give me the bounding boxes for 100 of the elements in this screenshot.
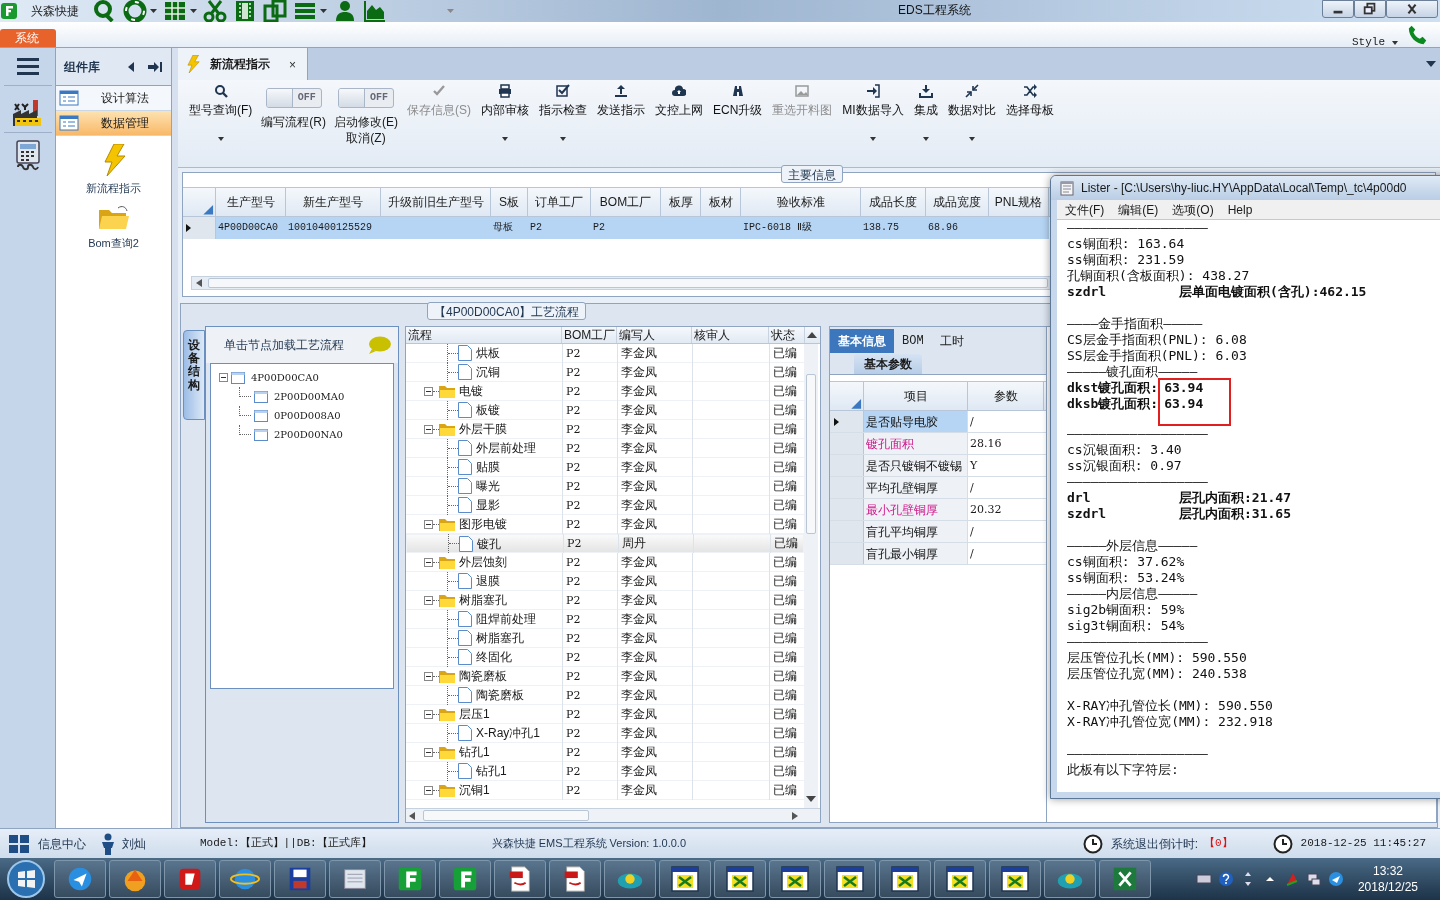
scrollbar-thumb[interactable] [423, 810, 589, 821]
tree-grid-row[interactable]: 钻孔1 P2 李金凤 已编 [406, 743, 804, 762]
toolbar-button[interactable]: 数据对比 [942, 80, 1001, 150]
collapse-icon[interactable] [424, 709, 433, 719]
window-app-icon[interactable] [836, 865, 864, 893]
menu-item[interactable]: 编辑(E) [1118, 200, 1159, 219]
tree-node[interactable]: 0P00D008A0 [274, 408, 341, 423]
search-icon[interactable] [93, 0, 117, 23]
toolbar-button[interactable]: 发送指示 [592, 80, 650, 150]
scroll-right-icon[interactable] [792, 811, 798, 820]
phone-icon[interactable] [1407, 24, 1429, 46]
tree-grid-row[interactable]: X-Ray冲孔1 P2 李金凤 已编 [406, 724, 804, 743]
tree-grid-row[interactable]: 外层前处理 P2 李金凤 已编 [406, 439, 804, 458]
calculator-icon[interactable] [13, 139, 42, 171]
panel-tab[interactable]: 工时 [931, 329, 972, 353]
copy-icon[interactable] [263, 0, 287, 23]
window-app-icon[interactable] [726, 865, 754, 893]
collapse-icon[interactable] [424, 519, 433, 529]
keyboard-icon[interactable] [1195, 871, 1212, 887]
dropdown-caret-icon[interactable] [1392, 41, 1398, 45]
lifebuoy-icon[interactable] [123, 0, 147, 23]
table-row[interactable]: 是否只镀铜不镀锡 Y [830, 455, 1046, 477]
table-row[interactable]: 4P00D00CA0 10010400125529 母板 P2 P2 IPC-6018 Ⅱ级 138.75 68.96 [183, 216, 1049, 239]
tree-grid-row[interactable]: 钻孔1 P2 李金凤 已编 [406, 762, 804, 781]
menu-item[interactable]: Help [1227, 200, 1253, 219]
toolbar-button[interactable]: 指示检查 [534, 80, 592, 150]
component-item[interactable]: 数据管理 [56, 111, 171, 136]
tree-node[interactable]: 4P00D00CA0 [251, 370, 319, 385]
tree-node[interactable]: 2P00D00NA0 [274, 427, 343, 442]
toolbar-button[interactable]: 型号查询(F) [184, 80, 258, 150]
column-header[interactable]: BOM工厂 [562, 327, 617, 343]
tree-grid-row[interactable]: 烘板 P2 李金凤 已编 [406, 344, 804, 363]
column-header[interactable]: 新生产型号 [286, 187, 381, 216]
window-app-icon[interactable] [946, 865, 974, 893]
table-icon[interactable] [163, 0, 187, 23]
column-header[interactable]: 编写人 [617, 327, 692, 343]
column-header[interactable]: 订单工厂 [528, 187, 591, 216]
scroll-left-icon[interactable] [409, 811, 415, 820]
column-header[interactable]: 板材 [701, 187, 741, 216]
collapse-icon[interactable] [219, 373, 228, 382]
cloud-sync-icon[interactable] [1327, 871, 1344, 887]
tree-grid-row[interactable]: 树脂塞孔 P2 李金凤 已编 [406, 591, 804, 610]
shortcut-label[interactable]: 新流程指示 [86, 180, 141, 197]
column-header[interactable]: 板厚 [661, 187, 701, 216]
column-header[interactable]: 参数 [968, 382, 1044, 410]
scroll-left-icon[interactable] [196, 279, 202, 287]
column-header[interactable]: 项目 [864, 382, 968, 410]
menu-item[interactable]: 文件(F) [1065, 200, 1105, 219]
close-tab-button[interactable]: × [289, 56, 296, 74]
table-row[interactable]: 盲孔平均铜厚 / [830, 521, 1046, 543]
film-icon[interactable] [233, 0, 257, 23]
menu-item[interactable]: 选项(O) [1172, 200, 1214, 219]
table-row[interactable]: 盲孔最小铜厚 / [830, 543, 1046, 565]
tree-grid-row[interactable]: 陶瓷磨板 P2 李金凤 已编 [406, 686, 804, 705]
scissors-icon[interactable] [203, 0, 227, 23]
restore-icon[interactable] [1354, 0, 1386, 18]
column-header[interactable]: 流程 [406, 327, 562, 343]
table-row[interactable]: 平均孔壁铜厚 / [830, 477, 1046, 499]
collapse-icon[interactable] [424, 671, 433, 681]
help-icon[interactable] [1217, 871, 1234, 887]
tree-grid-row[interactable]: 电镀 P2 李金凤 已编 [406, 382, 804, 401]
window-app-icon[interactable] [781, 865, 809, 893]
info-center-link[interactable]: 信息中心 [38, 834, 86, 853]
scrollbar-thumb[interactable] [806, 374, 816, 534]
tree-grid-row[interactable]: 贴膜 P2 李金凤 已编 [406, 458, 804, 477]
toolbar-button[interactable]: MI数据导入 [837, 80, 909, 150]
tree-grid-row[interactable]: 板镀 P2 李金凤 已编 [406, 401, 804, 420]
user-icon[interactable] [333, 0, 357, 23]
column-header[interactable]: 升级前旧生产型号 [381, 187, 491, 216]
tree-node[interactable]: 2P00D00MA0 [274, 389, 345, 404]
tree-grid-row[interactable]: 显影 P2 李金凤 已编 [406, 496, 804, 515]
dropdown-caret-icon[interactable] [150, 9, 157, 13]
column-header[interactable]: 状态 [769, 327, 805, 343]
tree-grid-row[interactable]: 沉铜 P2 李金凤 已编 [406, 363, 804, 382]
collapse-icon[interactable] [424, 386, 433, 396]
column-header[interactable]: 成品宽度 [926, 187, 989, 216]
tree-grid-row[interactable]: 外层蚀刻 P2 李金凤 已编 [406, 553, 804, 572]
table-row[interactable]: 镀孔面积 28.16 [830, 433, 1046, 455]
column-header[interactable]: 核审人 [692, 327, 769, 343]
column-header[interactable]: S板 [491, 187, 528, 216]
tree-grid-row[interactable]: 层压1 P2 李金凤 已编 [406, 705, 804, 724]
panel-tab[interactable]: BOM [894, 329, 932, 353]
minimize-icon[interactable] [1322, 0, 1354, 18]
lightning-icon[interactable] [101, 144, 126, 176]
column-header[interactable]: BOM工厂 [591, 187, 661, 216]
close-icon[interactable] [1386, 0, 1438, 18]
area-chart-icon[interactable] [363, 0, 387, 23]
column-header[interactable]: 生产型号 [216, 187, 286, 216]
sub-tab[interactable]: 基本参数 [854, 354, 922, 374]
column-header[interactable]: 成品长度 [861, 187, 926, 216]
dropdown-caret-icon[interactable] [190, 9, 197, 13]
shortcut-label[interactable]: Bom查询2 [88, 234, 139, 251]
scrollbar-thumb[interactable] [208, 278, 1048, 288]
toolbar-button[interactable]: ECN升级 [708, 80, 768, 150]
side-tab[interactable]: 设备结构 [183, 330, 205, 420]
toggle-switch[interactable]: OFF [338, 88, 394, 108]
tree-grid-row[interactable]: 曝光 P2 李金凤 已编 [406, 477, 804, 496]
taskbar-time[interactable]: 13:32 [1372, 863, 1403, 879]
collapse-icon[interactable] [424, 424, 433, 434]
column-header[interactable]: PNL规格 [989, 187, 1049, 216]
